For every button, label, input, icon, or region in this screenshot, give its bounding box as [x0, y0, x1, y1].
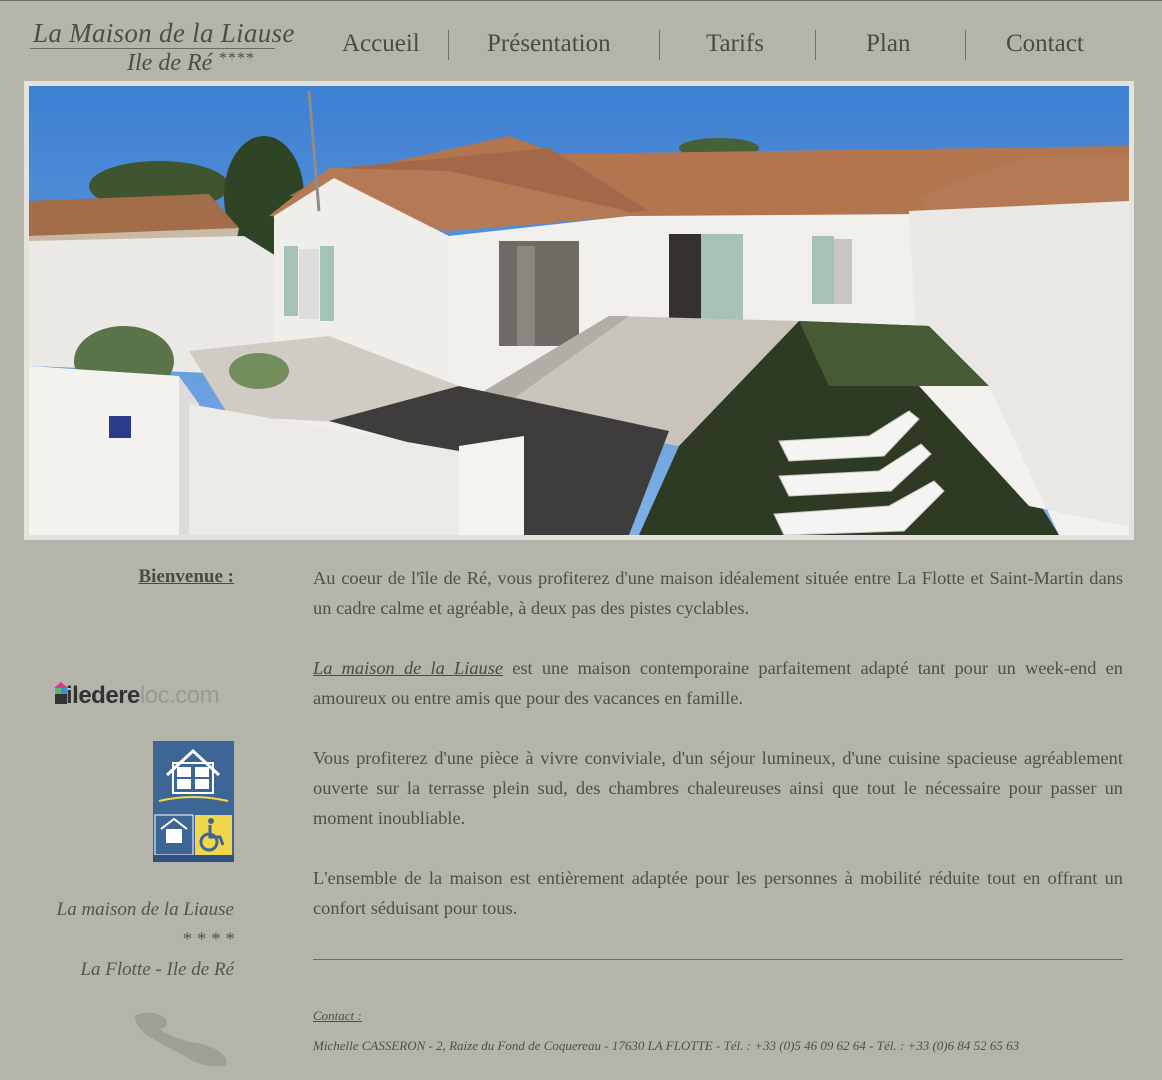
accessibility-badge-icon [153, 741, 234, 862]
address-name: La maison de la Liause [56, 899, 234, 920]
nav-separator [815, 30, 816, 60]
contact-details: Michelle CASSERON - 2, Raize du Fond de … [313, 1038, 1020, 1053]
site-logo[interactable]: La Maison de la Liause Ile de Ré **** [30, 18, 294, 78]
logo-title: La Maison de la Liause [33, 18, 295, 48]
accessibility-paragraph: L'ensemble de la maison est entièrement … [313, 868, 1123, 918]
iledereloc-bold: iledere [66, 682, 140, 709]
top-border [0, 0, 1162, 1]
house-photo [29, 86, 1129, 535]
nav-separator [659, 30, 660, 60]
nav-accueil[interactable]: Accueil [342, 30, 420, 58]
welcome-heading: Bienvenue : [138, 566, 234, 587]
address-location: La Flotte - Ile de Ré [80, 959, 234, 980]
nav-presentation[interactable]: Présentation [487, 30, 611, 58]
island-map-icon [135, 1012, 227, 1067]
logo-rule [30, 48, 275, 49]
rooms-paragraph: Vous profiterez d'une pièce à vivre conv… [313, 748, 1123, 828]
nav-plan[interactable]: Plan [866, 30, 910, 58]
nav-contact[interactable]: Contact [1006, 30, 1084, 58]
logo-subtitle: Ile de Ré **** [127, 50, 254, 77]
intro-paragraph: Au coeur de l'île de Ré, vous profiterez… [313, 568, 1123, 618]
house-link[interactable]: La maison de la Liause [313, 658, 503, 678]
nav-separator [448, 30, 449, 60]
iledereloc-text: iledereloc.com [66, 682, 220, 710]
tourisme-handicap-badge[interactable] [153, 741, 234, 862]
contact-label: Contact : [313, 1008, 362, 1023]
footer-divider [313, 959, 1123, 960]
main-content: Au coeur de l'île de Ré, vous profiterez… [313, 563, 1123, 953]
address-stars: * * * * [181, 929, 234, 950]
hero-photo-frame [24, 81, 1134, 540]
iledereloc-logo[interactable]: iledereloc.com [54, 682, 236, 714]
nav-tarifs[interactable]: Tarifs [706, 30, 764, 58]
sidebar-address: La maison de la Liause * * * * La Flotte… [24, 895, 234, 985]
iledereloc-light: loc.com [139, 682, 220, 709]
logo-stars: **** [218, 50, 255, 67]
logo-location: Ile de Ré [127, 50, 213, 76]
nav-separator [965, 30, 966, 60]
house-paragraph: La maison de la Liause est une maison co… [313, 653, 1123, 713]
